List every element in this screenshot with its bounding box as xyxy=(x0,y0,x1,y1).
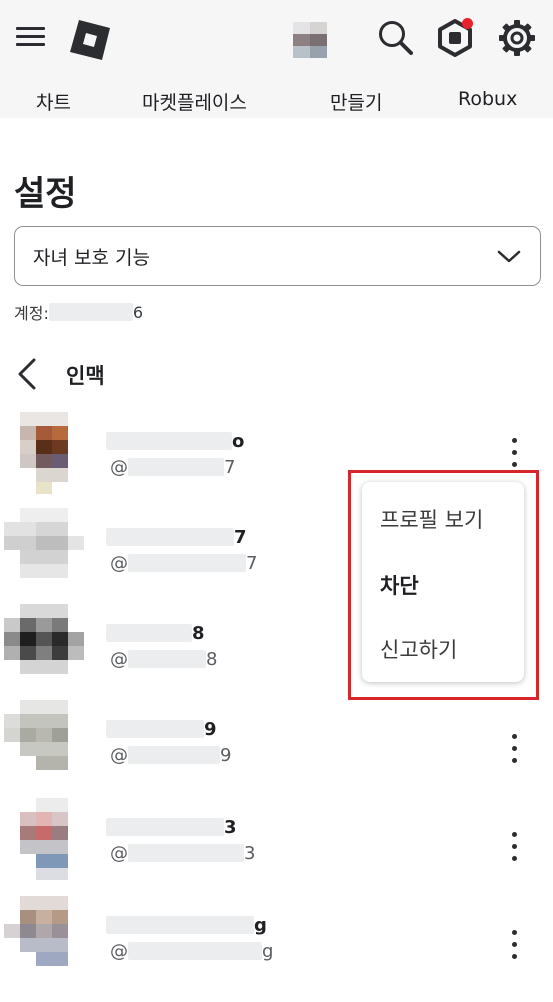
nav-item-robux[interactable]: Robux xyxy=(458,88,517,110)
connection-username: @ 7 xyxy=(110,552,258,574)
menu-item-view-profile[interactable]: 프로필 보기 xyxy=(380,504,483,534)
more-options-icon[interactable] xyxy=(502,926,526,962)
avatar xyxy=(4,798,84,882)
connection-display-name: 8 xyxy=(106,622,205,644)
gear-icon[interactable] xyxy=(497,18,537,58)
redacted-handle xyxy=(128,458,224,476)
nav-item-marketplace[interactable]: 마켓플레이스 xyxy=(142,88,247,115)
avatar xyxy=(4,700,84,784)
list-item[interactable]: 9 @ 9 xyxy=(0,700,553,794)
account-info: 계정: 6 xyxy=(14,300,143,324)
user-avatar[interactable] xyxy=(293,22,327,58)
connection-username: @ g xyxy=(110,940,274,962)
connection-username: @ 8 xyxy=(110,648,218,670)
redacted-name xyxy=(106,720,204,738)
menu-item-report[interactable]: 신고하기 xyxy=(380,634,457,664)
avatar xyxy=(4,508,84,592)
account-label: 계정: xyxy=(14,304,49,323)
hamburger-menu-icon[interactable] xyxy=(16,24,46,50)
list-item[interactable]: g @ g xyxy=(0,896,553,990)
page-title: 설정 xyxy=(14,174,77,214)
redacted-handle xyxy=(128,844,244,862)
roblox-logo-icon[interactable] xyxy=(70,20,110,60)
list-item[interactable]: 3 @ 3 xyxy=(0,798,553,892)
settings-category-select[interactable]: 자녀 보호 기능 xyxy=(14,226,541,286)
connection-username: @ 9 xyxy=(110,744,232,766)
redacted-name xyxy=(106,432,232,450)
chevron-down-icon xyxy=(496,245,522,271)
nav-item-create[interactable]: 만들기 xyxy=(330,88,382,115)
search-icon[interactable] xyxy=(376,18,416,58)
redacted-handle xyxy=(128,650,206,668)
connection-display-name: 7 xyxy=(106,526,247,548)
context-menu: 프로필 보기 차단 신고하기 xyxy=(362,482,524,682)
connection-display-name: g xyxy=(106,914,267,936)
menu-item-block[interactable]: 차단 xyxy=(380,570,419,600)
more-options-icon[interactable] xyxy=(502,730,526,766)
notification-dot xyxy=(462,18,473,29)
redacted-name xyxy=(106,624,192,642)
redacted-handle xyxy=(128,554,246,572)
connection-display-name: 9 xyxy=(106,718,217,740)
account-name-redacted xyxy=(48,303,133,321)
connection-username: @ 3 xyxy=(110,842,256,864)
redacted-handle xyxy=(128,746,220,764)
connection-display-name: o xyxy=(106,430,244,452)
more-options-icon[interactable] xyxy=(502,434,526,470)
robux-icon[interactable] xyxy=(435,18,475,58)
more-options-icon[interactable] xyxy=(502,828,526,864)
nav-item-charts[interactable]: 차트 xyxy=(36,88,71,115)
redacted-name xyxy=(106,818,224,836)
top-bar: 차트 마켓플레이스 만들기 Robux xyxy=(0,0,553,118)
section-title: 인맥 xyxy=(66,364,105,388)
avatar xyxy=(4,412,84,496)
connection-display-name: 3 xyxy=(106,816,237,838)
connection-username: @ 7 xyxy=(110,456,236,478)
avatar xyxy=(4,896,84,980)
back-button[interactable] xyxy=(14,356,44,392)
redacted-name xyxy=(106,916,254,934)
main-nav: 차트 마켓플레이스 만들기 Robux xyxy=(0,82,553,118)
account-suffix: 6 xyxy=(132,302,144,322)
redacted-name xyxy=(106,528,234,546)
select-value: 자녀 보호 기능 xyxy=(33,247,150,269)
avatar xyxy=(4,604,84,688)
redacted-handle xyxy=(128,942,262,960)
